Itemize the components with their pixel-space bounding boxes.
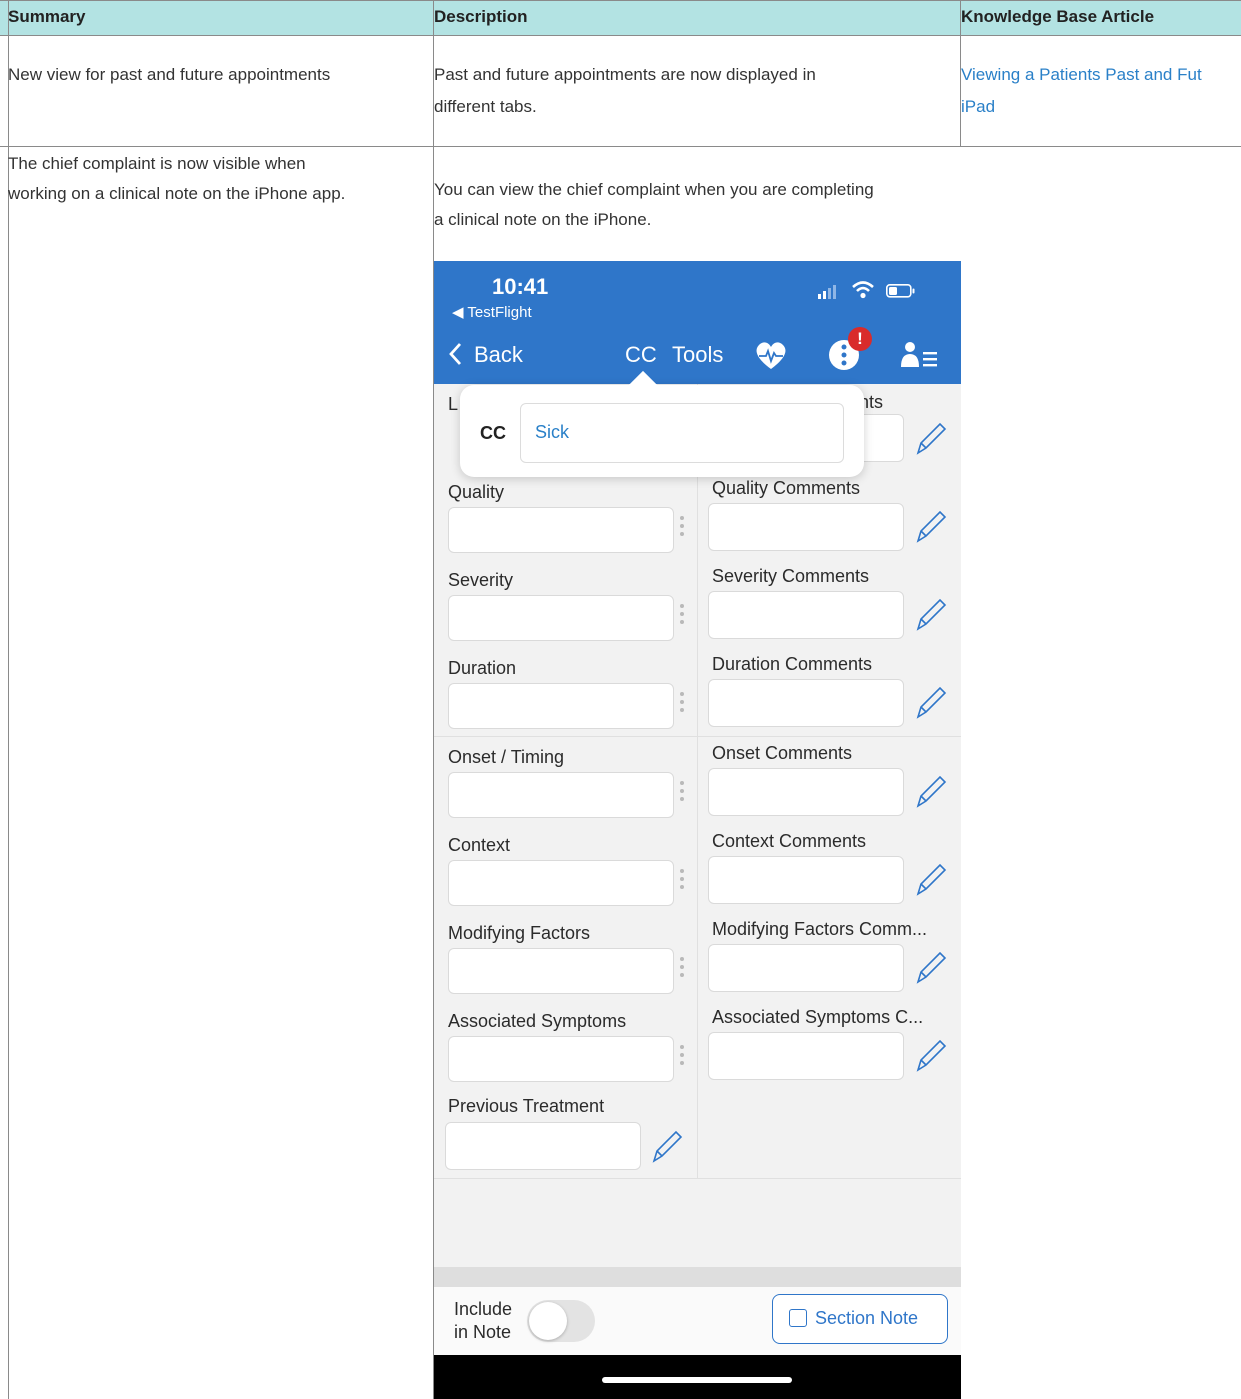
hpi-left-field[interactable]	[448, 595, 674, 642]
header-summary: Summary	[8, 7, 86, 26]
hpi-right-field[interactable]	[708, 767, 904, 816]
hpi-left-label: Severity	[448, 570, 514, 591]
pencil-icon[interactable]	[914, 508, 948, 544]
home-indicator-bar	[434, 1355, 961, 1399]
hpi-right-field[interactable]	[708, 679, 904, 728]
pencil-icon[interactable]	[914, 1037, 948, 1073]
hpi-right-label: Modifying Factors Comm...	[712, 919, 928, 939]
hpi-right-field[interactable]	[708, 591, 904, 640]
hpi-right-label: Context Comments	[712, 830, 867, 851]
hpi-right-field[interactable]	[708, 944, 904, 992]
wifi-icon	[851, 281, 875, 304]
cc-field[interactable]: Sick	[520, 403, 844, 463]
hpi-right-field[interactable]	[708, 855, 904, 904]
hpi-right-label: Quality Comments	[712, 478, 861, 498]
hpi-left-field[interactable]	[448, 683, 674, 730]
testflight-back[interactable]: ◀ TestFlight	[452, 303, 532, 321]
hpi-left-label: Duration	[448, 658, 517, 679]
heart-vitals-icon[interactable]	[754, 341, 788, 376]
cc-label: CC	[480, 423, 506, 443]
hpi-left-field[interactable]	[448, 1036, 674, 1083]
hpi-left-field[interactable]	[448, 507, 674, 553]
row2-description-line1: You can view the chief complaint when yo…	[434, 180, 874, 199]
tools-button[interactable]: Tools	[672, 342, 723, 368]
row2-summary-line1: The chief complaint is now visible when	[8, 154, 306, 173]
row1-description-line2: different tabs.	[434, 97, 537, 116]
pencil-icon[interactable]	[914, 949, 948, 985]
back-button[interactable]: Back	[474, 342, 523, 368]
alert-badge: !	[848, 327, 872, 351]
hpi-row: Modifying Factors Modifying Factors Comm.…	[434, 913, 961, 1002]
previous-treatment-field[interactable]	[445, 1122, 641, 1170]
hpi-row: Duration Duration Comments	[434, 648, 961, 738]
hpi-row: Onset / Timing Onset Comments	[434, 736, 961, 826]
more-vertical-icon[interactable]	[680, 868, 684, 893]
previous-treatment-label: Previous Treatment	[448, 1096, 605, 1116]
pencil-icon[interactable]	[914, 684, 948, 720]
include-label-line1: Include	[454, 1299, 513, 1319]
more-vertical-icon[interactable]	[680, 692, 684, 716]
hpi-right-label: Severity Comments	[712, 566, 870, 587]
row1-description-line1: Past and future appointments are now dis…	[434, 65, 816, 84]
include-toggle[interactable]	[527, 1300, 595, 1342]
footer-separator	[434, 1267, 961, 1287]
cc-popover: CC Sick	[460, 370, 864, 477]
hpi-left-label: Quality	[448, 482, 505, 502]
include-label-line2: in Note	[454, 1322, 512, 1342]
footer-bar: Include in Note Section Note	[434, 1287, 961, 1355]
hpi-right-label: Onset Comments	[712, 742, 853, 763]
more-vertical-icon[interactable]	[680, 1045, 684, 1069]
cc-value: Sick	[535, 422, 570, 442]
header-kb-article: Knowledge Base Article	[961, 7, 1155, 26]
section-note-label: Section Note	[815, 1308, 919, 1328]
row2-summary-line2: working on a clinical note on the iPhone…	[8, 184, 346, 203]
signal-icon	[818, 285, 838, 304]
section-note-button[interactable]: Section Note	[772, 1294, 948, 1344]
checkbox-icon	[789, 1309, 807, 1327]
chevron-left-icon[interactable]	[448, 342, 462, 371]
hpi-right-field[interactable]	[708, 1032, 904, 1081]
more-vertical-icon[interactable]	[680, 780, 684, 805]
hpi-row: Severity Severity Comments	[434, 560, 961, 650]
more-vertical-icon[interactable]	[680, 516, 684, 540]
hpi-row: Context Context Comments	[434, 824, 961, 914]
hpi-left-label: Onset / Timing	[448, 746, 565, 767]
battery-icon	[886, 284, 916, 303]
more-vertical-icon[interactable]	[680, 604, 684, 628]
pencil-icon[interactable]	[914, 773, 948, 809]
hpi-left-field[interactable]	[448, 771, 674, 818]
hpi-right-field[interactable]	[708, 503, 904, 551]
row1-summary: New view for past and future appointment…	[8, 65, 331, 84]
hpi-row: Associated Symptoms Associated Symptoms C…	[434, 1001, 961, 1091]
hidden-left-label: L	[448, 394, 459, 414]
header-description: Description	[434, 7, 528, 26]
hpi-row: Quality Quality Comments	[434, 472, 961, 561]
hpi-right-label: Associated Symptoms C...	[712, 1007, 924, 1028]
pencil-icon[interactable]	[914, 861, 948, 897]
col-divider-1	[8, 0, 9, 1399]
hpi-left-label: Modifying Factors	[448, 923, 591, 943]
hpi-right-label: Duration Comments	[712, 654, 873, 675]
iphone-screenshot: 10:41 ◀ TestFlight Back CC Tools ! L nts…	[434, 261, 961, 1399]
status-time: 10:41	[492, 274, 549, 299]
more-vertical-icon[interactable]	[680, 957, 684, 981]
previous-treatment-row: Previous Treatment	[434, 1088, 961, 1179]
patient-menu-icon[interactable]	[900, 341, 940, 374]
pencil-icon[interactable]	[914, 420, 948, 456]
cc-button[interactable]: CC	[625, 342, 657, 368]
row2-description-line2: a clinical note on the iPhone.	[434, 210, 652, 229]
kb-article-link[interactable]: Viewing a Patients Past and Fut	[961, 59, 1202, 90]
row-divider-1	[0, 146, 1241, 147]
pencil-icon[interactable]	[650, 1128, 684, 1164]
nav-bar: 10:41 ◀ TestFlight Back CC Tools !	[434, 261, 961, 384]
hpi-left-label: Associated Symptoms	[448, 1011, 627, 1032]
hpi-left-field[interactable]	[448, 859, 674, 906]
kb-article-link-cont[interactable]: iPad	[961, 91, 995, 122]
hpi-left-label: Context	[448, 834, 511, 855]
pencil-icon[interactable]	[914, 596, 948, 632]
hpi-left-field[interactable]	[448, 948, 674, 994]
